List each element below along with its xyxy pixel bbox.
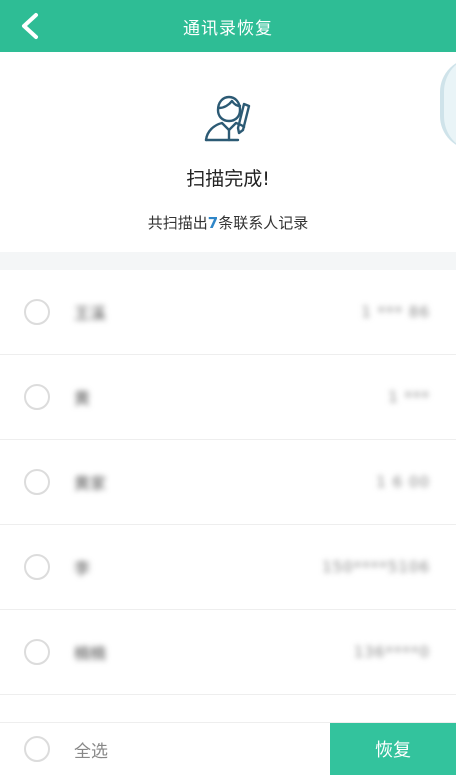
- scan-summary: 扫描完成! 共扫描出7条联系人记录: [0, 52, 456, 252]
- contact-list: 王溪 1 *** 86 黄 1 *** 黄家 1 6 00 李 150****5…: [0, 270, 456, 695]
- contact-phone: 136****0: [353, 643, 430, 661]
- count-suffix: 条联系人记录: [218, 214, 309, 232]
- top-bar: 通讯录恢复: [0, 0, 456, 52]
- contact-row[interactable]: 王溪 1 *** 86: [0, 270, 456, 355]
- select-all-label[interactable]: 全选: [74, 737, 108, 762]
- contact-row[interactable]: 黄家 1 6 00: [0, 440, 456, 525]
- select-radio[interactable]: [24, 469, 50, 495]
- chevron-left-icon: [22, 13, 38, 39]
- scan-status: 扫描完成!: [186, 168, 270, 190]
- contact-row[interactable]: 楠楠 136****0: [0, 610, 456, 695]
- select-radio[interactable]: [24, 299, 50, 325]
- contact-name: 楠楠: [74, 644, 107, 663]
- select-radio[interactable]: [24, 639, 50, 665]
- contact-name: 黄家: [74, 474, 107, 493]
- select-radio[interactable]: [24, 384, 50, 410]
- person-edit-icon: [204, 95, 251, 142]
- contact-name: 李: [74, 559, 91, 578]
- contact-name: 黄: [74, 389, 91, 408]
- restore-button[interactable]: 恢复: [330, 723, 456, 775]
- contact-phone: 1 *** 86: [361, 303, 430, 321]
- contact-phone: 1 6 00: [376, 473, 430, 491]
- section-divider: [0, 252, 456, 270]
- contact-row[interactable]: 李 150****5106: [0, 525, 456, 610]
- select-all-radio[interactable]: [24, 736, 50, 762]
- contact-name: 王溪: [74, 304, 107, 323]
- count-prefix: 共扫描出: [147, 214, 208, 232]
- contact-phone: 150****5106: [322, 558, 430, 576]
- contact-phone: 1 ***: [388, 388, 430, 406]
- contact-count: 7: [207, 214, 219, 232]
- select-radio[interactable]: [24, 554, 50, 580]
- scan-count-text: 共扫描出7条联系人记录: [0, 212, 456, 233]
- page-title: 通讯录恢复: [183, 18, 273, 39]
- contact-row[interactable]: 黄 1 ***: [0, 355, 456, 440]
- back-button[interactable]: [14, 10, 46, 42]
- bottom-bar: 全选 恢复: [0, 722, 456, 775]
